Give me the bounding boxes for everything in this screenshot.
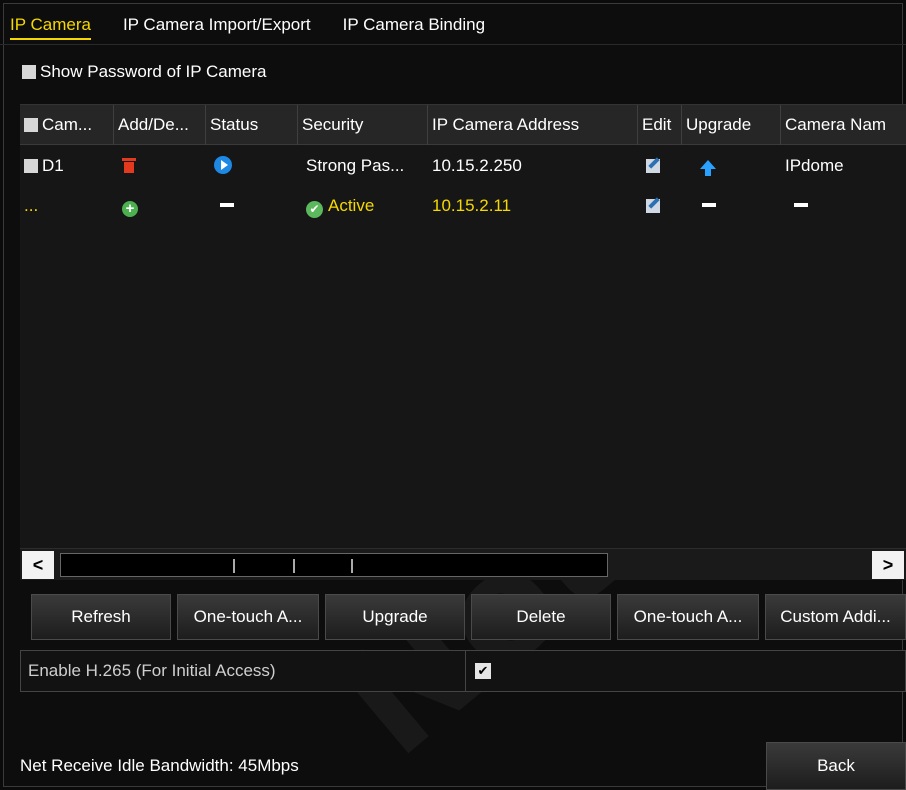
column-add-delete[interactable]: Add/De... xyxy=(114,105,206,145)
column-security[interactable]: Security xyxy=(298,105,428,145)
status-cell xyxy=(216,186,298,226)
tab-divider xyxy=(0,44,906,45)
column-ip-address[interactable]: IP Camera Address xyxy=(428,105,638,145)
dash-icon xyxy=(702,203,716,207)
scroll-left-button[interactable]: < xyxy=(22,551,54,579)
h265-label: Enable H.265 (For Initial Access) xyxy=(28,661,276,680)
ip-address-cell: 10.15.2.250 xyxy=(432,156,522,175)
camera-cell: ... xyxy=(24,196,39,215)
add-icon[interactable]: + xyxy=(122,201,138,217)
upgrade-cell xyxy=(698,186,781,226)
table-row[interactable]: ... + ✔ Active 10.15.2.11 xyxy=(20,186,906,226)
select-all-checkbox[interactable] xyxy=(24,118,38,132)
camera-name-cell: IPdome xyxy=(785,156,844,175)
security-cell: Strong Pas... xyxy=(306,156,405,175)
one-touch-activate-button[interactable]: One-touch A... xyxy=(177,594,319,640)
status-cell xyxy=(210,146,298,186)
show-password-checkbox[interactable]: Show Password of IP Camera xyxy=(22,62,266,82)
column-camera-name[interactable]: Camera Nam xyxy=(781,105,906,145)
bandwidth-status: Net Receive Idle Bandwidth: 45Mbps xyxy=(20,756,299,775)
delete-button[interactable]: Delete xyxy=(471,594,611,640)
delete-cell xyxy=(118,146,206,186)
table-row[interactable]: D1 Strong Pas... 10.15.2.250 IPdome xyxy=(20,146,906,186)
ip-address-cell: 10.15.2.11 xyxy=(432,196,512,215)
upgrade-arrow-icon[interactable] xyxy=(700,160,716,176)
row-checkbox[interactable] xyxy=(24,159,38,173)
custom-adding-button[interactable]: Custom Addi... xyxy=(765,594,906,640)
column-edit[interactable]: Edit xyxy=(638,105,682,145)
camera-table: Cam... Add/De... Status Security IP Came… xyxy=(20,104,906,578)
dash-icon xyxy=(794,203,808,207)
dash-icon xyxy=(220,203,234,207)
refresh-button[interactable]: Refresh xyxy=(31,594,171,640)
upgrade-cell xyxy=(696,146,781,186)
edit-icon[interactable] xyxy=(646,199,660,213)
grip-line xyxy=(351,559,353,573)
show-password-label: Show Password of IP Camera xyxy=(40,62,267,81)
divider xyxy=(465,651,466,691)
scroll-thumb[interactable] xyxy=(60,553,608,577)
tab-ip-camera-binding[interactable]: IP Camera Binding xyxy=(343,10,485,40)
tab-bar: IP Camera IP Camera Import/Export IP Cam… xyxy=(10,10,517,44)
table-header: Cam... Add/De... Status Security IP Came… xyxy=(20,105,906,145)
one-touch-adding-button[interactable]: One-touch A... xyxy=(617,594,759,640)
h265-checkbox[interactable]: ✔ xyxy=(475,663,491,679)
grip-line xyxy=(293,559,295,573)
camera-cell: D1 xyxy=(20,146,114,186)
edit-cell xyxy=(642,146,682,186)
upgrade-button[interactable]: Upgrade xyxy=(325,594,465,640)
tab-ip-camera[interactable]: IP Camera xyxy=(10,10,91,40)
edit-icon[interactable] xyxy=(646,159,660,173)
scroll-right-button[interactable]: > xyxy=(872,551,904,579)
back-button[interactable]: Back xyxy=(766,742,906,790)
add-cell: + xyxy=(118,186,206,226)
edit-cell xyxy=(642,186,682,226)
h265-setting-row: Enable H.265 (For Initial Access) ✔ xyxy=(20,650,906,692)
column-status[interactable]: Status xyxy=(206,105,298,145)
horizontal-scrollbar[interactable]: < > xyxy=(20,548,906,580)
grip-line xyxy=(233,559,235,573)
camera-name-cell xyxy=(790,186,906,226)
security-cell: ✔ Active xyxy=(302,186,428,226)
column-upgrade[interactable]: Upgrade xyxy=(682,105,781,145)
tab-ip-camera-import-export[interactable]: IP Camera Import/Export xyxy=(123,10,311,40)
trash-icon[interactable] xyxy=(122,157,136,173)
column-camera[interactable]: Cam... xyxy=(20,105,114,145)
checkbox-icon xyxy=(22,65,36,79)
play-icon[interactable] xyxy=(214,156,232,174)
check-circle-icon: ✔ xyxy=(306,201,323,218)
